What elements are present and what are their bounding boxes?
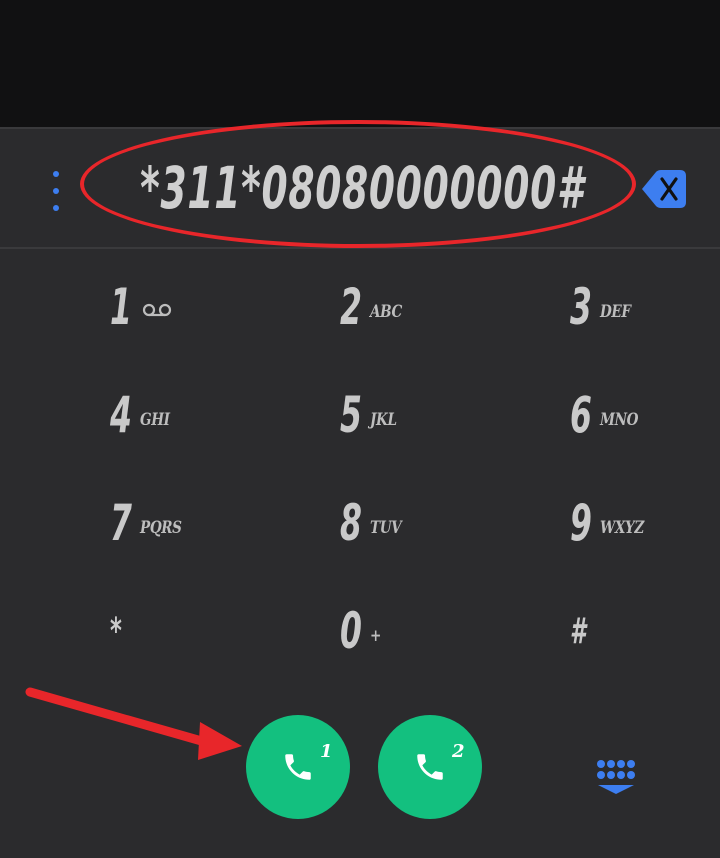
key-star[interactable]: * — [110, 581, 310, 681]
key-8[interactable]: 8 TUV — [340, 473, 540, 573]
key-7[interactable]: 7 PQRS — [110, 473, 310, 573]
key-digit: 9 — [570, 494, 592, 552]
key-letters: TUV — [370, 518, 402, 538]
key-letters: JKL — [370, 410, 397, 430]
sim-number: 1 — [320, 741, 333, 762]
key-letters: PQRS — [140, 518, 182, 538]
key-2[interactable]: 2 ABC — [340, 257, 540, 357]
key-digit: 8 — [340, 494, 362, 552]
key-9[interactable]: 9 WXYZ — [570, 473, 720, 573]
key-digit: 3 — [570, 278, 592, 336]
key-letters: ABC — [370, 302, 402, 322]
call-sim-2-button[interactable]: 2 — [378, 715, 482, 819]
key-digit: 7 — [110, 494, 132, 552]
dialpad-icon[interactable] — [594, 758, 638, 798]
key-hash[interactable]: # — [570, 581, 720, 681]
key-4[interactable]: 4 GHI — [110, 365, 310, 465]
keypad: 1 2 ABC 3 DEF 4 GHI 5 JKL 6 MNO 7 PQRS 8… — [0, 251, 720, 683]
key-letters: WXYZ — [600, 518, 644, 538]
more-vert-icon[interactable] — [46, 171, 66, 211]
key-digit: 2 — [340, 278, 362, 336]
sim-number: 2 — [452, 741, 465, 762]
key-digit: 1 — [110, 278, 132, 336]
key-digit: 6 — [570, 386, 592, 444]
annotation-arrow — [25, 687, 242, 760]
key-5[interactable]: 5 JKL — [340, 365, 540, 465]
key-digit: 4 — [110, 386, 132, 444]
phone-icon — [285, 754, 311, 780]
dialed-number-field[interactable]: *311*08080000000# — [140, 129, 583, 247]
key-letters: GHI — [140, 410, 170, 430]
call-sim-1-button[interactable]: 1 — [246, 715, 350, 819]
status-area — [0, 0, 720, 127]
phone-icon — [417, 754, 443, 780]
backspace-icon[interactable] — [640, 168, 688, 210]
key-letters: MNO — [600, 410, 639, 430]
number-bar: *311*08080000000# — [0, 127, 720, 249]
key-1[interactable]: 1 — [110, 257, 310, 357]
key-digit: 5 — [340, 386, 362, 444]
key-3[interactable]: 3 DEF — [570, 257, 720, 357]
key-digit: # — [570, 610, 586, 652]
key-digit: 0 — [340, 602, 362, 660]
key-letters: DEF — [600, 302, 631, 322]
key-letters: + — [370, 626, 381, 646]
key-digit: * — [110, 610, 122, 652]
key-0[interactable]: 0 + — [340, 581, 540, 681]
voicemail-icon — [142, 303, 172, 317]
key-6[interactable]: 6 MNO — [570, 365, 720, 465]
